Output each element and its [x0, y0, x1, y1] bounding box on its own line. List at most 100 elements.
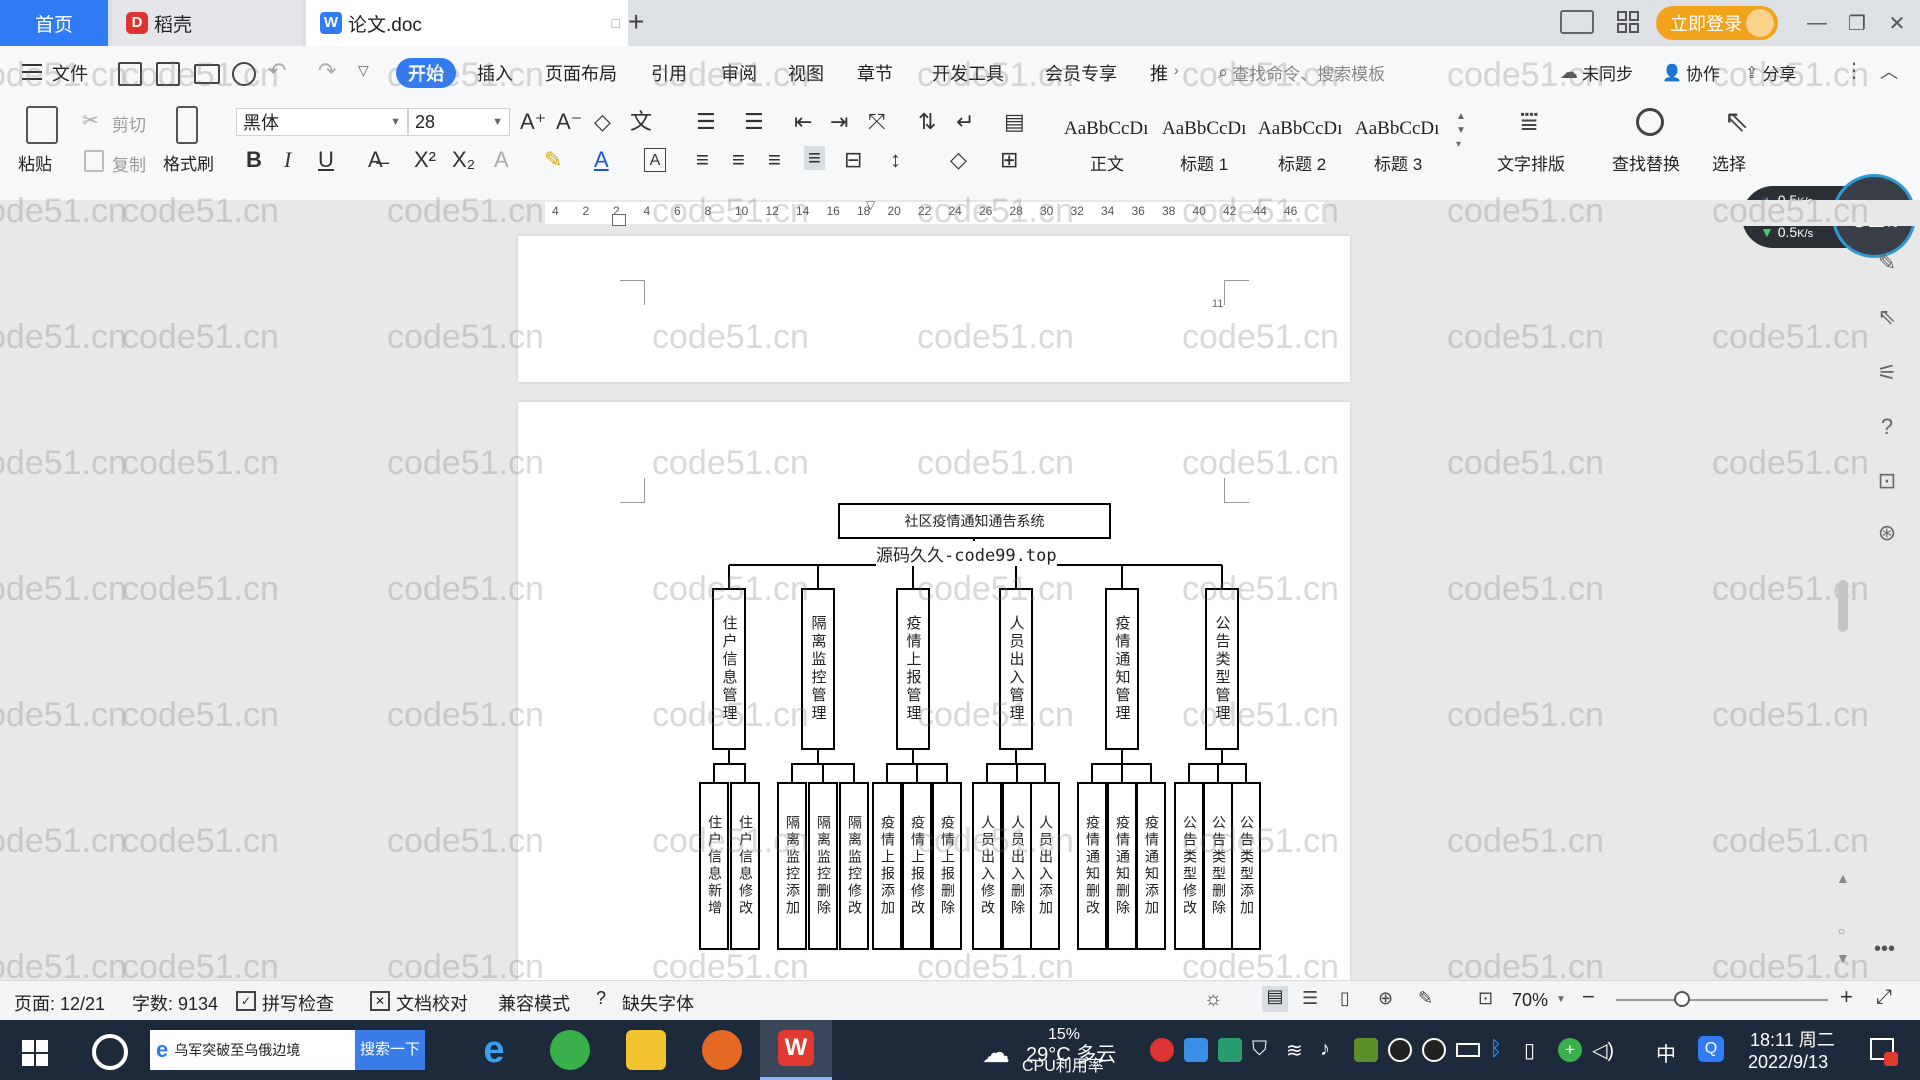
compat-mode: 兼容模式 — [498, 994, 570, 1014]
edit-pen-icon[interactable]: ✎ — [1872, 250, 1902, 280]
zoom-out-icon[interactable]: − — [1582, 984, 1595, 1010]
reading-view-icon[interactable]: ▯ — [1340, 988, 1350, 1009]
help-icon[interactable]: ? — [1872, 414, 1902, 444]
volume-icon[interactable]: ◁) — [1592, 1038, 1616, 1062]
qq-icon[interactable] — [1388, 1038, 1412, 1062]
submodule-box[interactable]: 疫情上报删除 — [932, 782, 962, 950]
spell-check-icon[interactable]: ✓ — [236, 991, 256, 1011]
write-mode-icon[interactable]: ✎ — [1418, 988, 1433, 1009]
backup-icon[interactable]: ⊡ — [1872, 468, 1902, 498]
prev-page-icon[interactable]: ▲ — [1836, 870, 1850, 886]
submodule-box-label: 人员出入添加 — [1037, 815, 1053, 917]
outline-view-icon[interactable]: ☰ — [1302, 988, 1318, 1009]
word-count[interactable]: 字数: 9134 — [132, 990, 218, 1016]
settings-slider-icon[interactable]: ⚟ — [1872, 360, 1902, 390]
submodule-box[interactable]: 公告类型添加 — [1231, 782, 1261, 950]
gpu-icon[interactable] — [1354, 1038, 1378, 1062]
zoom-slider-handle[interactable] — [1674, 991, 1690, 1007]
taskbar-search-box[interactable]: e 乌军突破至乌俄边境 — [150, 1030, 355, 1070]
windows-start-icon[interactable] — [22, 1040, 48, 1066]
wps-taskbar-item[interactable]: W — [760, 1020, 832, 1080]
spell-check-button[interactable]: 拼写检查 — [262, 990, 334, 1016]
ime-indicator[interactable]: 中 — [1656, 1038, 1676, 1067]
eye-protect-icon[interactable]: ☼ — [1204, 988, 1222, 1011]
submodule-box-label: 人员出入删除 — [1009, 815, 1025, 917]
zoom-level[interactable]: 70% — [1512, 990, 1548, 1011]
proof-icon[interactable]: ✕ — [370, 991, 390, 1011]
clock-time[interactable]: 18:11 周二 — [1750, 1026, 1835, 1052]
submodule-box[interactable]: 公告类型删除 — [1203, 782, 1233, 950]
submodule-box[interactable]: 住户信息新增 — [699, 782, 729, 950]
module-box-label: 疫情通知管理 — [1113, 615, 1132, 723]
submodule-box-label: 疫情通知删改 — [1084, 815, 1100, 917]
submodule-box[interactable]: 人员出入删除 — [1002, 782, 1032, 950]
battery-icon[interactable] — [1456, 1043, 1480, 1057]
submodule-box[interactable]: 公告类型修改 — [1174, 782, 1204, 950]
shield-icon[interactable]: ⛉ — [1252, 1038, 1276, 1062]
bluetooth-icon[interactable]: ᛒ — [1490, 1038, 1514, 1062]
pinwheel-app-icon[interactable] — [92, 1034, 128, 1070]
missing-font-icon[interactable]: ? — [596, 988, 606, 1009]
clock-date[interactable]: 2022/9/13 — [1748, 1052, 1828, 1073]
scrollbar-thumb[interactable] — [1838, 580, 1848, 632]
feedback-icon[interactable]: ⊛ — [1872, 520, 1902, 550]
module-box-label: 住户信息管理 — [720, 615, 739, 723]
module-box[interactable]: 疫情通知管理 — [1105, 588, 1139, 750]
submodule-box[interactable]: 隔离监控添加 — [777, 782, 807, 950]
module-box[interactable]: 公告类型管理 — [1205, 588, 1239, 750]
qq-icon[interactable] — [1422, 1038, 1446, 1062]
tray-plus-icon[interactable]: + — [1558, 1038, 1582, 1062]
missing-font-button[interactable]: 缺失字体 — [622, 990, 694, 1016]
submodule-box[interactable]: 隔离监控修改 — [839, 782, 869, 950]
fullscreen-icon[interactable]: ⤢ — [1876, 986, 1892, 1009]
source-text: 源码久久-code99.top — [876, 541, 1057, 566]
submodule-box[interactable]: 人员出入修改 — [972, 782, 1002, 950]
zoom-in-icon[interactable]: + — [1840, 984, 1853, 1010]
submodule-box[interactable]: 疫情通知删除 — [1107, 782, 1137, 950]
tray-app-icon[interactable] — [1184, 1038, 1208, 1062]
page-view-icon[interactable]: ▤ — [1262, 986, 1288, 1012]
ie-search-icon: e — [156, 1037, 169, 1062]
module-box[interactable]: 住户信息管理 — [712, 588, 746, 750]
submodule-box-label: 住户信息修改 — [737, 815, 753, 917]
zoom-slider-track[interactable] — [1616, 999, 1828, 1001]
pointer-icon[interactable]: ⇖ — [1872, 304, 1902, 334]
taskbar-search-button[interactable]: 搜索一下 — [355, 1030, 425, 1070]
module-box[interactable]: 隔离监控管理 — [801, 588, 835, 750]
notification-bell-icon[interactable]: ♪ — [1320, 1038, 1344, 1062]
green-browser-icon[interactable] — [550, 1030, 590, 1070]
submodule-box[interactable]: 隔离监控删除 — [808, 782, 838, 950]
tray-icons: ⛉ ≋ ♪ ᛒ ▯ + ◁) — [1150, 1038, 1670, 1064]
module-box[interactable]: 疫情上报管理 — [896, 588, 930, 750]
submodule-box-label: 公告类型修改 — [1181, 815, 1197, 917]
tray-app-icon[interactable] — [1218, 1038, 1242, 1062]
usb-icon[interactable]: ▯ — [1524, 1038, 1548, 1062]
fit-page-icon[interactable]: ⊡ — [1478, 988, 1493, 1009]
submodule-box[interactable]: 人员出入添加 — [1030, 782, 1060, 950]
document-proof-button[interactable]: 文档校对 — [396, 990, 468, 1016]
zoom-dropdown-icon[interactable]: ▼ — [1556, 994, 1566, 1005]
page-select-icon[interactable]: ○ — [1838, 924, 1845, 938]
wifi-icon[interactable]: ≋ — [1286, 1038, 1310, 1062]
submodule-box[interactable]: 住户信息修改 — [730, 782, 760, 950]
submodule-box[interactable]: 疫情通知删改 — [1077, 782, 1107, 950]
page-indicator[interactable]: 页面: 12/21 — [14, 990, 105, 1016]
ie-browser-icon[interactable]: e — [474, 1030, 514, 1070]
module-box-label: 公告类型管理 — [1213, 615, 1232, 723]
submodule-box[interactable]: 疫情通知添加 — [1136, 782, 1166, 950]
next-page-icon[interactable]: ▼ — [1836, 950, 1850, 966]
input-method-icon[interactable]: Q — [1698, 1036, 1724, 1062]
submodule-box-label: 疫情上报修改 — [909, 815, 925, 917]
mascot-app-icon[interactable] — [702, 1030, 742, 1070]
module-box[interactable]: 人员出入管理 — [999, 588, 1033, 750]
weather-icon[interactable]: ☁ — [982, 1036, 1010, 1069]
file-explorer-icon[interactable] — [626, 1030, 666, 1070]
diagram-title-box[interactable]: 社区疫情通知通告系统 — [838, 503, 1111, 539]
submodule-box-label: 隔离监控修改 — [846, 815, 862, 917]
submodule-box[interactable]: 疫情上报修改 — [902, 782, 932, 950]
web-view-icon[interactable]: ⊕ — [1378, 988, 1393, 1009]
more-dots-icon[interactable]: ••• — [1874, 938, 1895, 961]
tray-app-icon[interactable] — [1150, 1038, 1174, 1062]
right-rail — [1856, 236, 1920, 980]
submodule-box[interactable]: 疫情上报添加 — [872, 782, 902, 950]
